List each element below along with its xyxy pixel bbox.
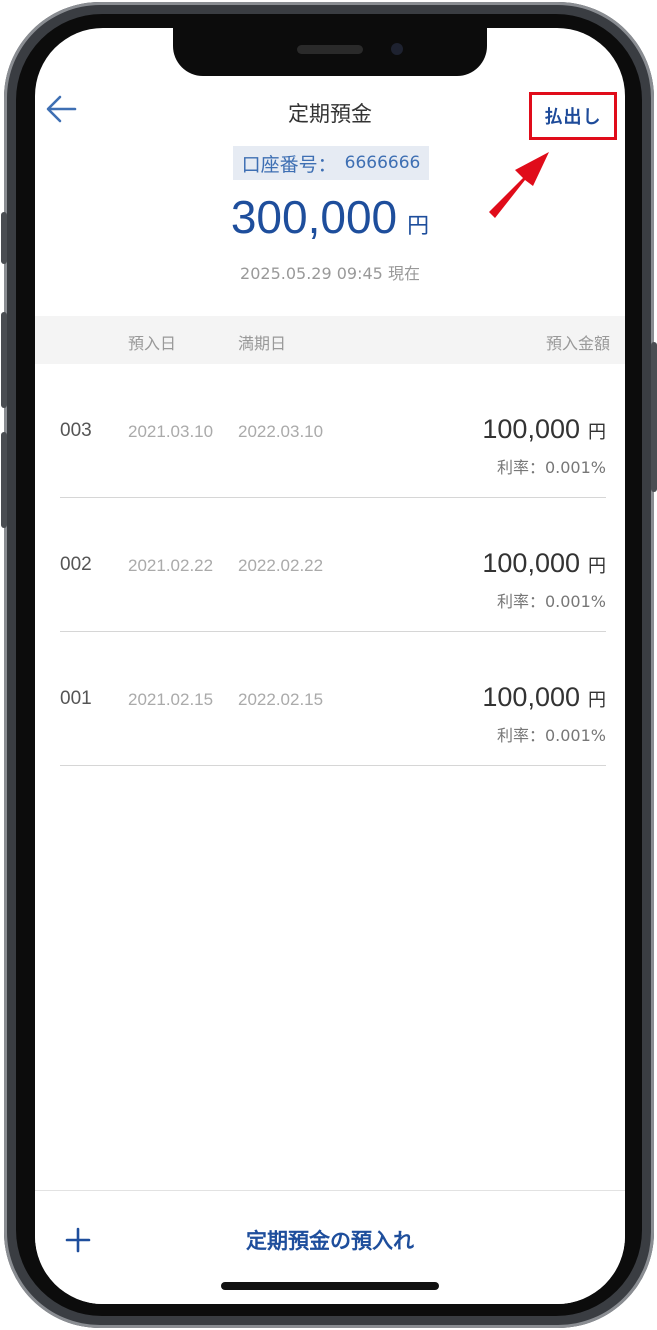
- table-row[interactable]: 002 2021.02.22 2022.02.22 100,000 円 利率：0.…: [60, 498, 606, 632]
- deposit-list: 003 2021.03.10 2022.03.10 100,000 円 利率：0.…: [60, 364, 606, 766]
- row-amount-unit: 円: [588, 690, 606, 711]
- row-rate: 利率：0.001%: [496, 726, 606, 745]
- col-amount: 預入金額: [545, 334, 610, 353]
- home-indicator: [221, 1282, 439, 1290]
- account-number-badge: 口座番号： 6666666: [233, 146, 429, 180]
- account-number-value: 6666666: [344, 153, 421, 173]
- table-row[interactable]: 003 2021.03.10 2022.03.10 100,000 円 利率：0.…: [60, 364, 606, 498]
- table-header: 預入日 満期日 預入金額: [35, 316, 625, 364]
- row-maturity-date: 2022.03.10: [238, 422, 324, 441]
- speaker: [297, 45, 363, 54]
- row-deposit-date: 2021.02.22: [128, 556, 214, 575]
- row-amount-unit: 円: [588, 422, 606, 443]
- col-maturity-date: 満期日: [238, 334, 287, 353]
- row-maturity-date: 2022.02.15: [238, 690, 324, 709]
- col-deposit-date: 預入日: [128, 334, 177, 353]
- row-number: 002: [60, 554, 92, 575]
- notch: [173, 28, 487, 76]
- row-amount: 100,000 円: [482, 548, 606, 579]
- total-amount: 300,000: [230, 191, 398, 243]
- row-amount-value: 100,000: [482, 414, 580, 444]
- account-number-label: 口座番号：: [241, 153, 337, 176]
- withdraw-label: 払出し: [544, 107, 602, 128]
- row-rate: 利率：0.001%: [496, 458, 606, 477]
- row-number: 003: [60, 420, 92, 441]
- row-amount-value: 100,000: [482, 548, 580, 578]
- row-amount-value: 100,000: [482, 682, 580, 712]
- row-deposit-date: 2021.03.10: [128, 422, 214, 441]
- row-maturity-date: 2022.02.22: [238, 556, 324, 575]
- row-amount: 100,000 円: [482, 414, 606, 445]
- as-of-timestamp: 2025.05.29 09:45 現在: [240, 264, 420, 283]
- total-unit: 円: [407, 214, 430, 239]
- withdraw-button[interactable]: 払出し: [529, 92, 617, 140]
- power-button: [651, 342, 657, 492]
- plus-icon[interactable]: [65, 1227, 91, 1253]
- row-number: 001: [60, 688, 92, 709]
- screen: 定期預金 払出し 口座番号： 6666666 300,000 円 2025.05.…: [35, 28, 625, 1304]
- row-amount: 100,000 円: [482, 682, 606, 713]
- front-camera: [391, 43, 403, 55]
- row-amount-unit: 円: [588, 556, 606, 577]
- row-deposit-date: 2021.02.15: [128, 690, 214, 709]
- volume-down-button: [1, 432, 7, 528]
- table-row[interactable]: 001 2021.02.15 2022.02.15 100,000 円 利率：0.…: [60, 632, 606, 766]
- total-balance: 300,000 円: [35, 190, 625, 244]
- mute-switch: [1, 212, 7, 264]
- row-rate: 利率：0.001%: [496, 592, 606, 611]
- volume-up-button: [1, 312, 7, 408]
- new-time-deposit-button[interactable]: 定期預金の預入れ: [155, 1225, 505, 1255]
